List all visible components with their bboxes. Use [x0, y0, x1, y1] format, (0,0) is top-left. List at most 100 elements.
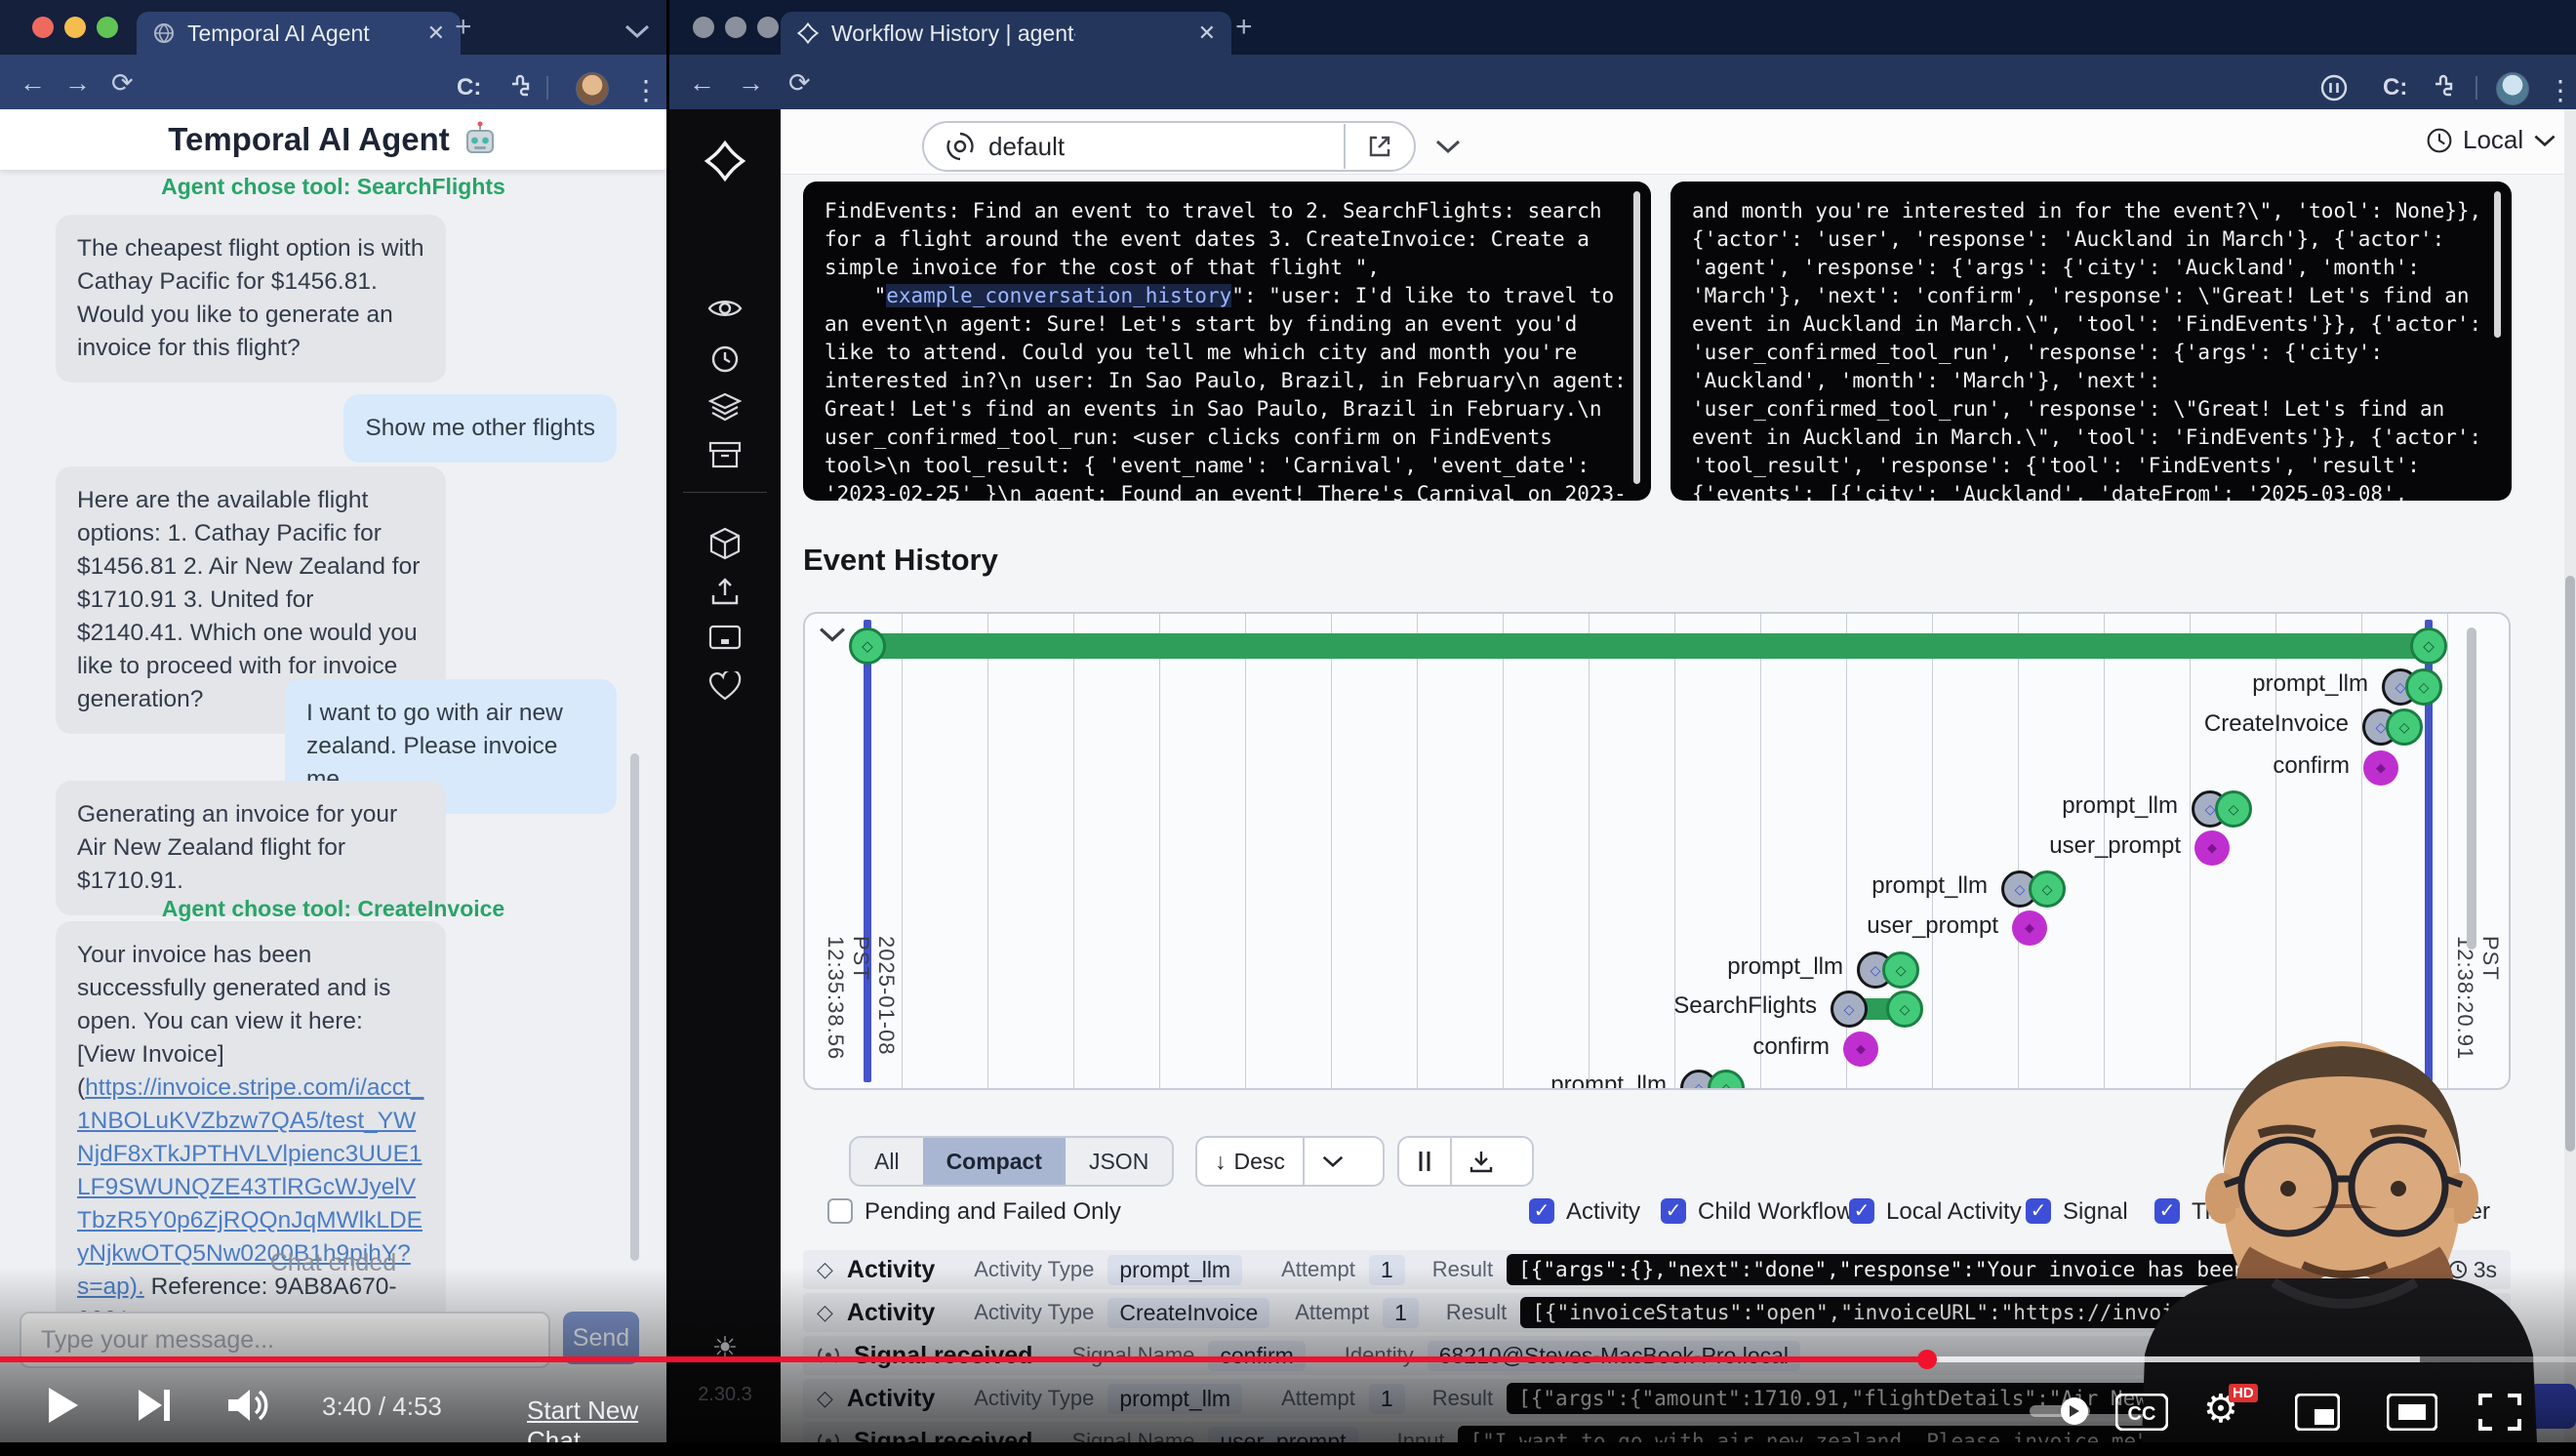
open-external-icon[interactable] [1367, 134, 1392, 159]
timezone-select[interactable]: Local [2426, 125, 2556, 155]
zoom-window-button[interactable] [757, 17, 779, 38]
password-manager-icon[interactable]: C: [457, 74, 481, 101]
chat-app-header: Temporal AI Agent [0, 109, 666, 170]
workflow-span-bar[interactable] [871, 633, 2429, 659]
archival-box-icon[interactable] [669, 441, 781, 468]
sidebar-divider [683, 492, 767, 493]
stack-layers-icon[interactable] [669, 392, 781, 422]
import-upload-icon[interactable] [669, 576, 781, 607]
activity-event-marker[interactable]: ◇◇ [2192, 790, 2252, 828]
filter-child-workflow-checkbox[interactable]: ✓ [1661, 1198, 1686, 1224]
back-button[interactable]: ← [689, 70, 715, 96]
collapse-chevron-icon[interactable] [819, 626, 846, 643]
event-label: prompt_llm [1727, 953, 1843, 981]
view-tab-all[interactable]: All [851, 1138, 923, 1185]
chat-scrollbar[interactable] [630, 753, 639, 1261]
activity-event-marker[interactable]: ◇◇ [2382, 668, 2442, 706]
workflows-eye-icon[interactable] [669, 295, 781, 322]
activity-event-marker[interactable]: ◇◇ [2001, 870, 2066, 908]
codec-server-icon[interactable] [669, 625, 781, 650]
profile-avatar[interactable] [576, 72, 609, 105]
new-tab-button[interactable]: + [455, 18, 472, 37]
temporal-favicon-icon [796, 21, 820, 45]
miniplayer-button[interactable] [2295, 1394, 2340, 1436]
tab-temporal-ai-agent[interactable]: Temporal AI Agent ✕ [137, 12, 461, 55]
code-panel-scrollbar[interactable] [2494, 191, 2501, 338]
filter-signal-checkbox[interactable]: ✓ [2026, 1198, 2051, 1224]
settings-gear-icon[interactable]: ⚙HD [2203, 1390, 2238, 1429]
play-button[interactable] [47, 1386, 80, 1430]
right-tabstrip: Workflow History | agent-wor ✕ + [669, 0, 2576, 55]
event-label: user_prompt [1867, 912, 1998, 940]
filter-local-activity-checkbox[interactable]: ✓ [1849, 1198, 1874, 1224]
pause-updates-button[interactable] [1399, 1138, 1450, 1185]
extensions-icon[interactable] [508, 74, 534, 106]
minimize-window-button[interactable] [725, 17, 746, 38]
close-window-button[interactable] [32, 17, 54, 38]
event-label: prompt_llm [2062, 792, 2178, 820]
view-tab-json[interactable]: JSON [1066, 1138, 1172, 1185]
event-history-timeline[interactable]: ◇ ◇ 2025-01-08 PST 12:35:38.56 2025-01-0… [803, 612, 2511, 1090]
svg-text:CC: CC [2128, 1403, 2156, 1425]
code-text: ": "user: I'd like to travel to an event… [825, 284, 1638, 501]
feedback-heart-icon[interactable] [669, 671, 781, 701]
menu-kebab-icon[interactable]: ⋮ [632, 74, 660, 106]
temporal-logo-icon[interactable] [669, 139, 781, 183]
next-button[interactable] [137, 1386, 172, 1430]
reload-button[interactable]: ⟳ [111, 70, 134, 96]
pending-failed-checkbox[interactable] [827, 1198, 853, 1224]
globe-favicon-icon [152, 21, 176, 45]
password-manager-icon[interactable]: C: [2383, 74, 2407, 101]
timeline-scrollbar[interactable] [2467, 627, 2476, 950]
theater-mode-button[interactable] [2387, 1394, 2437, 1436]
close-window-button[interactable] [693, 17, 714, 38]
namespace-select[interactable]: default [922, 121, 1416, 172]
extensions-icon[interactable] [2432, 74, 2457, 106]
tool-choice-note: Agent chose tool: CreateInvoice [0, 896, 666, 922]
signal-event-marker[interactable]: ◆ [2363, 750, 2398, 786]
profile-avatar[interactable] [2496, 72, 2529, 105]
activity-event-marker[interactable]: ◇◇ [2362, 708, 2423, 746]
tab-close-icon[interactable]: ✕ [427, 20, 445, 46]
menu-kebab-icon[interactable]: ⋮ [2547, 74, 2574, 106]
forward-button[interactable]: → [64, 70, 91, 96]
workflow-result-code-panel[interactable]: and month you're interested in for the e… [1670, 182, 2512, 501]
schedules-clock-icon[interactable] [669, 344, 781, 375]
cube-icon[interactable] [669, 527, 781, 560]
tab-workflow-history[interactable]: Workflow History | agent-wor ✕ [781, 12, 1231, 55]
sort-chevron-button[interactable] [1303, 1138, 1361, 1185]
signal-event-marker[interactable]: ◆ [1843, 1031, 1878, 1067]
autoplay-toggle[interactable] [2030, 1397, 2090, 1430]
forward-button[interactable]: → [738, 70, 764, 96]
workflow-input-code-panel[interactable]: FindEvents: Find an event to travel to 2… [803, 182, 1651, 501]
download-history-button[interactable] [1450, 1138, 1510, 1185]
activity-event-marker[interactable]: ◇◇ [1831, 991, 1923, 1028]
progress-played [0, 1356, 1927, 1362]
reload-button[interactable]: ⟳ [788, 70, 811, 96]
activity-event-marker[interactable]: ◇◇ [1680, 1070, 1745, 1090]
signal-event-marker[interactable]: ◆ [2012, 910, 2047, 946]
view-tab-compact[interactable]: Compact [923, 1138, 1066, 1185]
sort-desc-button[interactable]: ↓Desc [1197, 1138, 1303, 1185]
fullscreen-button[interactable] [2478, 1394, 2521, 1436]
zoom-window-button[interactable] [97, 17, 118, 38]
tab-title: Temporal AI Agent [187, 20, 370, 47]
workflow-end-marker[interactable]: ◇ [2410, 627, 2447, 665]
extension-pause-icon[interactable] [2320, 74, 2348, 108]
captions-button[interactable]: CC [2115, 1394, 2168, 1436]
filter-activity-checkbox[interactable]: ✓ [1529, 1198, 1554, 1224]
video-progress-bar[interactable] [0, 1356, 2576, 1362]
signal-event-marker[interactable]: ◆ [2194, 830, 2230, 866]
new-tab-button[interactable]: + [1235, 18, 1253, 37]
back-button[interactable]: ← [20, 70, 46, 96]
minimize-window-button[interactable] [64, 17, 86, 38]
activity-event-marker[interactable]: ◇◇ [1857, 951, 1919, 989]
toolbar-separator [546, 76, 548, 100]
event-label: confirm [1752, 1033, 1830, 1061]
code-panel-scrollbar[interactable] [1633, 191, 1640, 484]
volume-icon[interactable] [226, 1386, 269, 1430]
workflow-start-marker[interactable]: ◇ [849, 627, 886, 665]
tab-close-icon[interactable]: ✕ [1198, 20, 1216, 46]
tab-list-chevron-icon[interactable] [624, 23, 650, 39]
progress-scrubber[interactable] [1917, 1350, 1937, 1369]
